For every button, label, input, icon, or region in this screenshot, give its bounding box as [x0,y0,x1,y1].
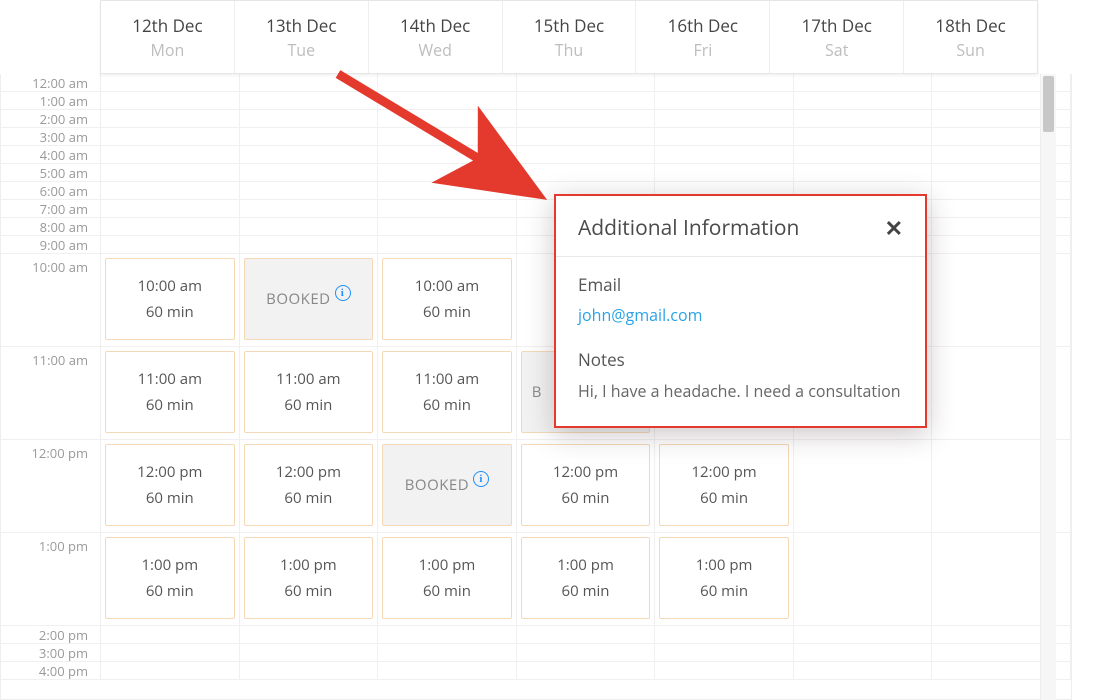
day-dow: Wed [369,39,502,61]
email-link[interactable]: john@gmail.com [578,304,903,326]
day-header-sat[interactable]: 17th Dec Sat [770,1,904,73]
time-label: 2:00 pm [1,626,101,643]
time-label: 4:00 am [1,146,101,163]
slot-mon-10am[interactable]: 10:00 am60 min [105,258,235,340]
day-dow: Thu [503,39,636,61]
time-label: 11:00 am [1,347,101,439]
slot-thu-1pm[interactable]: 1:00 pm60 min [521,537,651,619]
day-dow: Mon [101,39,234,61]
row-12pm: 12:00 pm 12:00 pm60 min 12:00 pm60 min B… [1,440,1071,533]
day-header-mon[interactable]: 12th Dec Mon [101,1,235,73]
slot-mon-11am[interactable]: 11:00 am60 min [105,351,235,433]
day-header-sun[interactable]: 18th Dec Sun [904,1,1037,73]
notes-label: Notes [578,348,903,371]
day-date: 18th Dec [904,14,1037,37]
time-label: 8:00 am [1,218,101,235]
booked-label: BOOKED [266,289,330,309]
day-dow: Sun [904,39,1037,61]
row-1pm: 1:00 pm 1:00 pm60 min 1:00 pm60 min 1:00… [1,533,1071,626]
time-label: 10:00 am [1,254,101,346]
slot-wed-11am[interactable]: 11:00 am60 min [382,351,512,433]
day-header-wed[interactable]: 14th Dec Wed [369,1,503,73]
scrollbar-thumb[interactable] [1043,76,1054,132]
booked-label: BOOKED [405,475,469,495]
slot-tue-10am-booked[interactable]: BOOKED i [244,258,374,340]
day-date: 15th Dec [503,14,636,37]
time-label: 2:00 am [1,110,101,127]
time-label: 12:00 pm [1,440,101,532]
popover-title: Additional Information [578,214,799,242]
day-date: 16th Dec [636,14,769,37]
info-icon[interactable]: i [335,285,351,301]
scrollbar[interactable] [1040,74,1056,700]
day-date: 14th Dec [369,14,502,37]
slot-wed-12pm-booked[interactable]: BOOKEDi [382,444,512,526]
day-header-thu[interactable]: 15th Dec Thu [503,1,637,73]
time-label: 5:00 am [1,164,101,181]
slot-thu-12pm[interactable]: 12:00 pm60 min [521,444,651,526]
time-label: 4:00 pm [1,662,101,679]
time-label: 1:00 pm [1,533,101,625]
slot-tue-1pm[interactable]: 1:00 pm60 min [244,537,374,619]
slot-mon-1pm[interactable]: 1:00 pm60 min [105,537,235,619]
info-icon[interactable]: i [473,471,489,487]
calendar-header-row: 12th Dec Mon 13th Dec Tue 14th Dec Wed 1… [100,0,1038,74]
time-label: 6:00 am [1,182,101,199]
time-label: 3:00 am [1,128,101,145]
popover-header: Additional Information ✕ [556,196,925,257]
day-dow: Fri [636,39,769,61]
day-date: 17th Dec [770,14,903,37]
day-date: 13th Dec [235,14,368,37]
slot-tue-11am[interactable]: 11:00 am60 min [244,351,374,433]
close-icon[interactable]: ✕ [885,217,903,239]
time-label: 3:00 pm [1,644,101,661]
popover-body: Email john@gmail.com Notes Hi, I have a … [556,257,925,426]
email-label: Email [578,273,903,296]
notes-text: Hi, I have a headache. I need a consulta… [578,379,903,404]
slot-mon-12pm[interactable]: 12:00 pm60 min [105,444,235,526]
time-label: 1:00 am [1,92,101,109]
day-date: 12th Dec [101,14,234,37]
time-label: 9:00 am [1,236,101,253]
slot-wed-1pm[interactable]: 1:00 pm60 min [382,537,512,619]
day-dow: Sat [770,39,903,61]
slot-wed-10am[interactable]: 10:00 am60 min [382,258,512,340]
day-dow: Tue [235,39,368,61]
time-label: 7:00 am [1,200,101,217]
slot-fri-12pm[interactable]: 12:00 pm60 min [659,444,789,526]
day-header-fri[interactable]: 16th Dec Fri [636,1,770,73]
additional-info-popover: Additional Information ✕ Email john@gmai… [554,194,927,428]
slot-tue-12pm[interactable]: 12:00 pm60 min [244,444,374,526]
time-label: 12:00 am [1,74,101,91]
slot-fri-1pm[interactable]: 1:00 pm60 min [659,537,789,619]
day-header-tue[interactable]: 13th Dec Tue [235,1,369,73]
